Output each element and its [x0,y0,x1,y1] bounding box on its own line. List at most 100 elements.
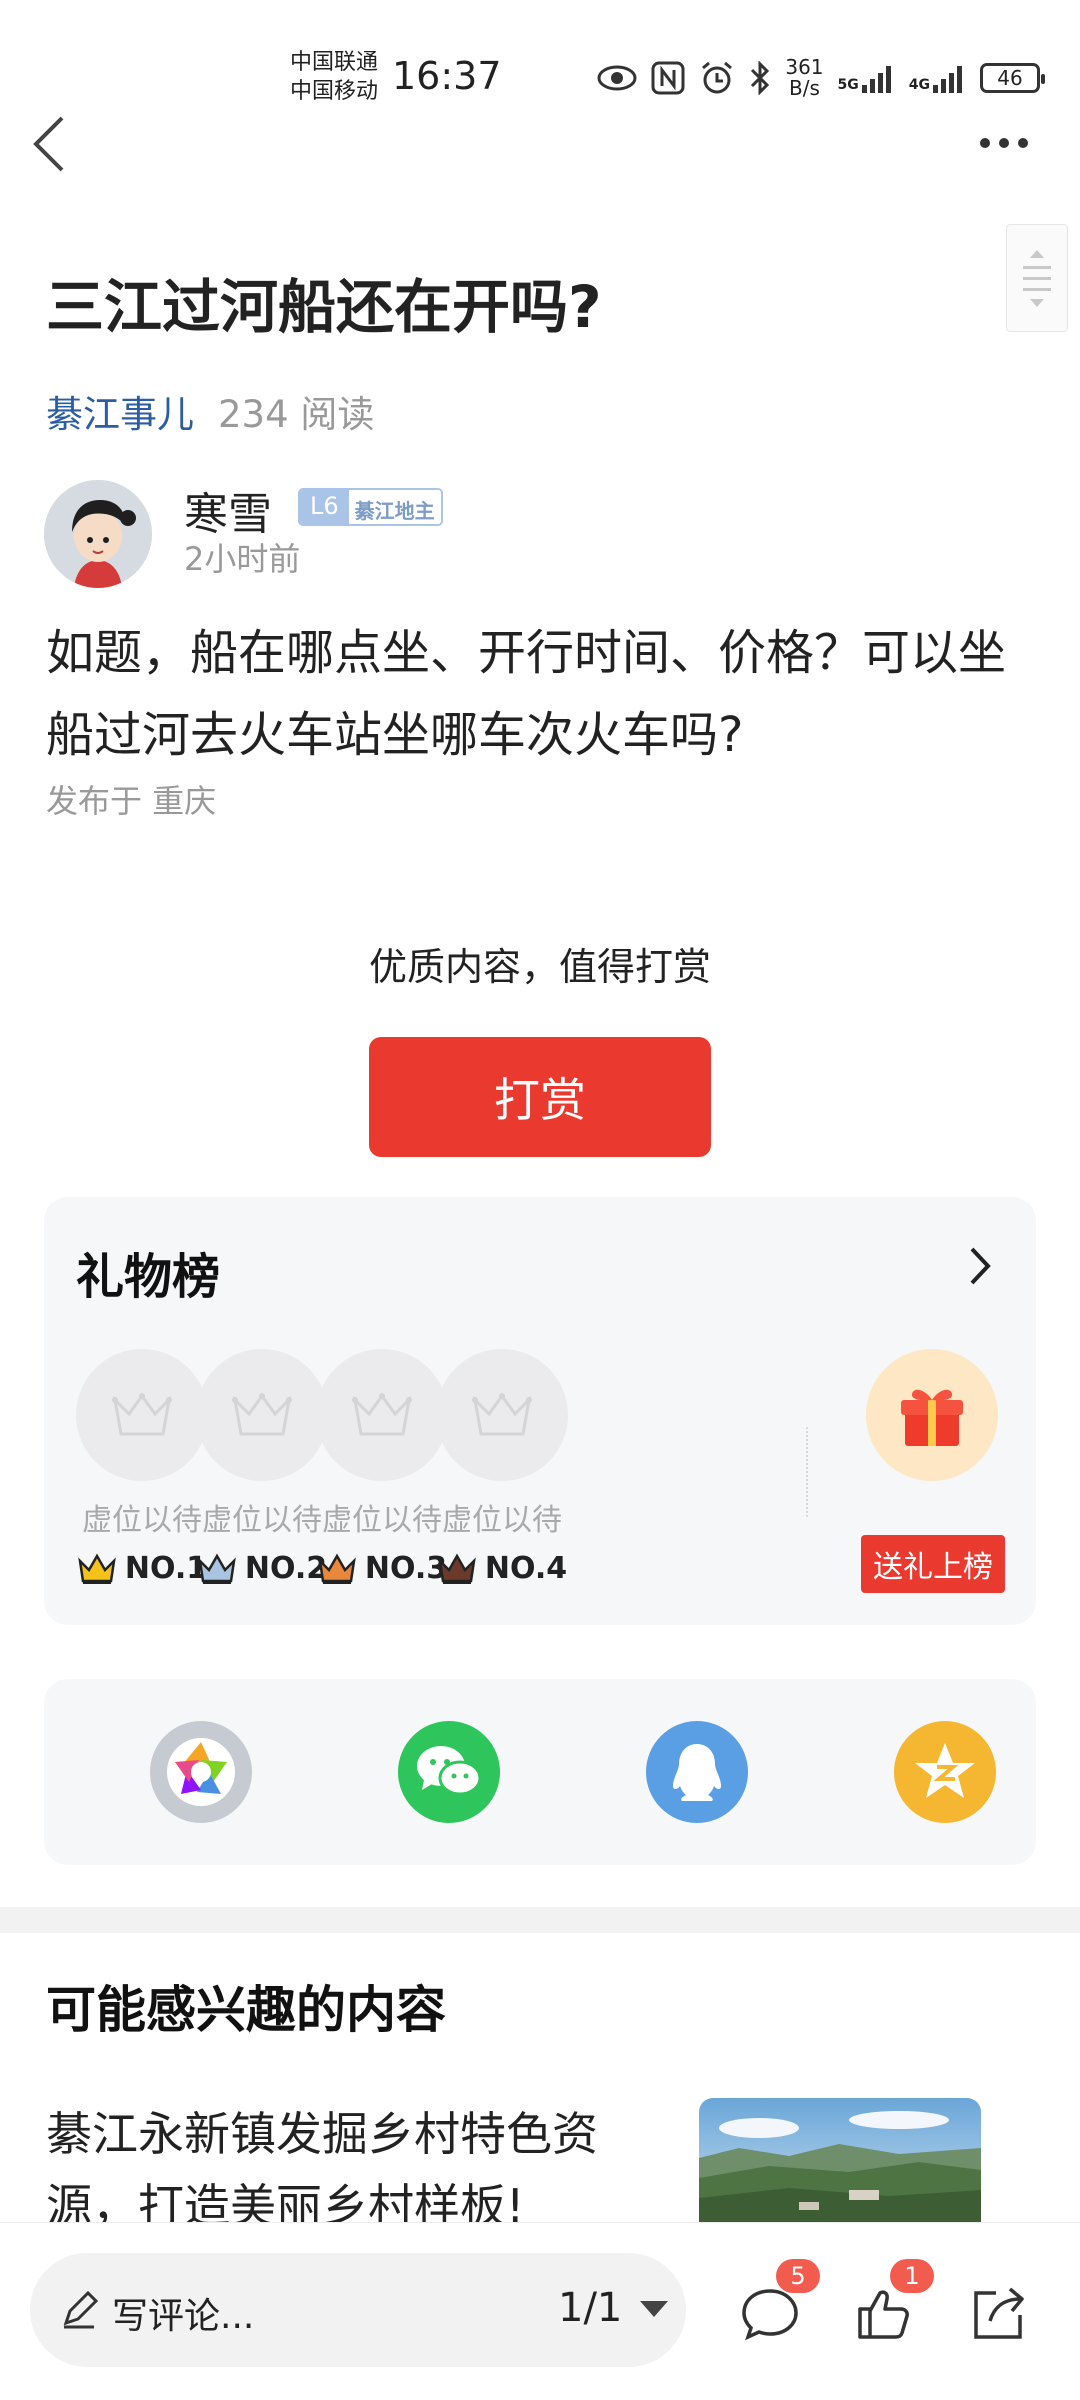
status-bar: 中国联通 中国移动 16:37 361 B/s 5G 4G 46 [0,0,1080,110]
level-value: L6 [300,490,349,524]
dot-icon [1018,138,1028,148]
wechat-bubbles [417,1746,482,1796]
carrier-2: 中国移动 [290,79,379,104]
net-speed-value: 361 [785,55,824,79]
net-speed: 361 B/s [785,57,823,99]
nfc-icon [651,61,685,95]
arrow-up-icon [1030,249,1044,258]
author-row: 寒雪 L6 綦江地主 2小时前 [44,478,744,588]
divider [806,1427,808,1517]
crown-icon [232,1393,292,1436]
comment-count-badge: 5 [776,2259,820,2293]
gift-icon [901,1389,963,1446]
reward-prompt: 优质内容，值得打赏 [368,945,711,989]
gift-slot-avatar [196,1349,328,1481]
gift-slot-label: 虚位以待 [82,1503,202,1538]
clock: 16:37 [392,54,502,98]
battery-icon: 46 [980,63,1045,93]
gift-slot-4[interactable]: 虚位以待 NO.4 [436,1349,568,1586]
arrow-down-icon [1030,298,1044,307]
bluetooth-icon [751,61,770,95]
qzone-star [915,1743,975,1798]
signal-4g: 4G [909,63,966,93]
gift-board: 礼物榜 虚位以待 NO.1 虚位以待 NO.2 虚位以待 NO.3 虚位以待 N… [44,1197,1036,1625]
net-speed-unit: B/s [788,76,820,100]
post-title: 三江过河船还在开吗? [46,273,602,341]
rank-label: NO.4 [484,1551,568,1586]
gift-slot-label: 虚位以待 [322,1503,442,1538]
like-button[interactable]: 1 [852,2259,934,2345]
chevron-left-icon [33,116,64,172]
rank-crown-icon [318,1552,356,1584]
landscape-image [699,2098,981,2228]
avatar-image [44,480,152,588]
gift-slot-label: 虚位以待 [442,1503,562,1538]
rank-crown-icon [438,1552,476,1584]
gift-slot-avatar [436,1349,568,1481]
net-type-1: 5G [837,77,859,93]
post-meta: 綦江事儿 234 阅读 [46,384,374,438]
gift-slot-avatar [76,1349,208,1481]
avatar[interactable] [44,480,152,588]
rank-label: NO.1 [124,1551,208,1586]
gift-slot-rank: NO.2 [196,1551,328,1586]
gift-board-more-button[interactable] [960,1241,1000,1291]
comment-button[interactable]: 5 [738,2259,820,2345]
gift-slot-label: 虚位以待 [202,1503,322,1538]
circle-link[interactable]: 綦江事儿 [46,393,194,436]
level-tag: 綦江地主 [348,490,441,524]
page-indicator[interactable]: 1/1 [558,2285,622,2331]
net-type-2: 4G [908,77,930,93]
share-button[interactable] [966,2281,1030,2345]
qq-penguin [673,1744,721,1801]
bottom-action-bar: 写评论... 1/1 5 1 [0,2222,1080,2400]
qq-icon[interactable] [646,1721,748,1823]
rank-label: NO.3 [364,1551,448,1586]
carrier-info: 中国联通 中国移动 [290,48,378,106]
gift-slot-3[interactable]: 虚位以待 NO.3 [316,1349,448,1586]
gift-button[interactable] [866,1349,998,1481]
signal-5g: 5G [838,63,895,93]
crown-icon [472,1393,532,1436]
eye-icon [597,65,637,91]
crown-icon [352,1393,412,1436]
author-name[interactable]: 寒雪 [184,478,272,542]
wechat-icon[interactable] [398,1721,500,1823]
carrier-1: 中国联通 [290,50,379,75]
send-gift-button[interactable]: 送礼上榜 [861,1535,1005,1593]
gift-slot-2[interactable]: 虚位以待 NO.2 [196,1349,328,1586]
rank-label: NO.2 [244,1551,328,1586]
signal-icon [933,66,962,93]
gift-slot-rank: NO.3 [316,1551,448,1586]
section-separator [0,1907,1080,1933]
moments-icon[interactable] [150,1721,252,1823]
gift-slot-rank: NO.1 [76,1551,208,1586]
more-button[interactable] [980,128,1040,158]
battery-level: 46 [997,66,1023,90]
read-count: 234 阅读 [218,393,375,436]
status-icons: 361 B/s 5G 4G 46 [597,56,1045,100]
gift-board-title: 礼物榜 [76,1249,221,1305]
qzone-icon[interactable] [894,1721,996,1823]
like-count-badge: 1 [890,2259,934,2293]
back-button[interactable] [24,112,84,172]
alarm-icon [702,61,733,94]
recommend-item-title[interactable]: 綦江永新镇发掘乡村特色资源，打造美丽乡村样板! [46,2098,666,2242]
chevron-right-icon [970,1247,991,1285]
post-location: 发布于 重庆 [46,782,217,820]
reward-button[interactable]: 打赏 [369,1037,711,1157]
page-dropdown-icon[interactable] [640,2301,668,2317]
gift-slot-avatar [316,1349,448,1481]
gift-slot-rank: NO.4 [436,1551,568,1586]
dot-icon [999,138,1009,148]
recommend-item-thumbnail[interactable] [699,2098,981,2228]
scroll-handle[interactable] [1006,224,1068,332]
comment-input[interactable]: 写评论... 1/1 [30,2253,686,2367]
comment-placeholder: 写评论... [112,2296,255,2337]
post-body: 如题，船在哪点坐、开行时间、价格？可以坐船过河去火车站坐哪车次火车吗? [46,625,1007,763]
post-time: 2小时前 [184,540,301,578]
share-icon [974,2287,1024,2339]
signal-icon [861,66,891,93]
rank-crown-icon [198,1552,236,1584]
gift-slot-1[interactable]: 虚位以待 NO.1 [76,1349,208,1586]
